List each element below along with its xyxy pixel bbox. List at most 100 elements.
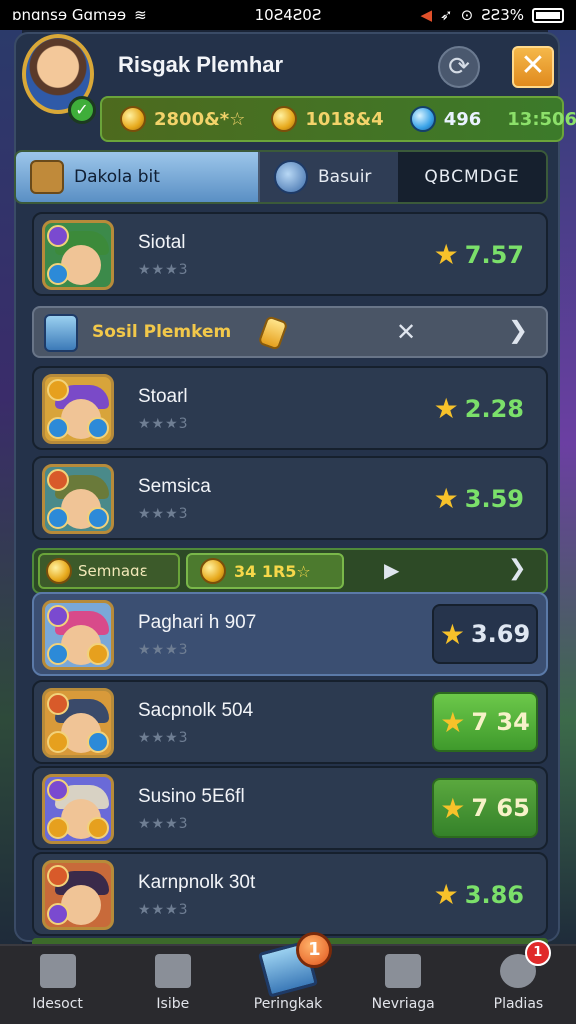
leaderboard-row[interactable]: Paghari h 907 ★★★3 ★ 3.69 — [32, 592, 548, 676]
rank-badge-icon — [47, 779, 69, 801]
carrier-label: ɒnɑnsɘ Gɑmɘɘ — [12, 6, 127, 24]
skill-badge-icon — [87, 731, 109, 753]
class-badge-icon — [47, 643, 69, 665]
battery-percent: ƧƧ3% — [481, 6, 524, 24]
score: ★ 3.86 — [434, 878, 524, 911]
status-bar: ɒnɑnsɘ Gɑmɘɘ ≋ 10Ƨ4Ƨ0Ƨ ◀ ➶ ⊙ ƧƧ3% — [0, 0, 576, 30]
nav-item-settings[interactable]: 1 Pladias — [461, 940, 576, 1024]
player-name: Siotal — [138, 232, 186, 253]
star-icon: ★ — [439, 617, 465, 651]
nav-item-home[interactable]: Idesoct — [0, 946, 115, 1024]
nav-item-edit[interactable]: Nevriaga — [346, 946, 461, 1024]
player-rating: ★★★3 — [138, 816, 189, 832]
blue-gem-icon — [409, 106, 436, 132]
skill-badge-icon — [87, 507, 109, 529]
skill-badge-icon — [87, 643, 109, 665]
avatar — [42, 374, 114, 444]
score: ★ 3.69 — [432, 604, 538, 664]
leaderboard-row[interactable]: Karnpnolk 30t ★★★3 ★ 3.86 — [32, 852, 548, 936]
season-label: Semnaɑɛ — [78, 562, 148, 580]
player-name: Karnpnolk 30t — [138, 872, 256, 893]
score: ★ 7 65 — [432, 778, 538, 838]
currency-bar: 2800&*☆ 1018&4 496 13:506 — [100, 96, 576, 142]
nav-item-shop[interactable]: Isibe — [115, 946, 230, 1024]
score-value: 3.59 — [464, 484, 524, 513]
player-rating: ★★★3 — [138, 416, 189, 432]
leaderboard-row[interactable]: Semsica ★★★3 ★ 3.59 — [32, 456, 548, 540]
skill-badge-icon — [87, 817, 109, 839]
nav-label: Peringkak — [253, 996, 323, 1012]
class-badge-icon — [47, 817, 69, 839]
leaderboard-row[interactable]: Susino 5E6fl ★★★3 ★ 7 65 — [32, 766, 548, 850]
avatar — [42, 464, 114, 534]
star-icon: ★ — [440, 791, 466, 825]
class-badge-icon — [47, 731, 69, 753]
gem-amount: 496 — [443, 108, 482, 130]
season-tab[interactable]: Semnaɑɛ — [38, 553, 180, 589]
class-badge-icon — [47, 263, 69, 285]
player-rating: ★★★3 — [138, 902, 189, 918]
score-value: 3.69 — [470, 620, 531, 648]
gold-coin-icon — [200, 558, 226, 584]
tab-label: Dakola bit — [74, 167, 160, 187]
edit-icon — [385, 954, 422, 988]
player-name: Semsica — [138, 476, 211, 497]
battery-icon — [532, 7, 564, 23]
chevron-right-icon[interactable]: ❯ — [508, 316, 528, 344]
signal-icon: ◀ — [420, 6, 432, 24]
social-bar[interactable]: Sosil Plemkem ✕ ❯ — [32, 306, 548, 358]
star-icon: ★ — [440, 705, 466, 739]
chevron-right-icon[interactable]: ❯ — [508, 556, 526, 581]
play-icon[interactable]: ▶ — [384, 558, 399, 582]
player-name: Risgak Plemhar — [118, 52, 284, 77]
score: ★ 3.59 — [434, 482, 524, 515]
gold-amount: 2800&*☆ — [154, 108, 246, 130]
dismiss-icon[interactable]: ✕ — [396, 318, 416, 346]
notification-badge: 1 — [296, 932, 333, 968]
rank-badge-icon — [47, 225, 69, 247]
close-button[interactable]: ✕ — [512, 46, 554, 88]
nav-label: Isibe — [156, 996, 190, 1012]
tab-qbcmdge[interactable]: QBCMDGE — [398, 152, 546, 202]
avatar — [42, 220, 114, 290]
leaderboard-row[interactable]: Stoarl ★★★3 ★ 2.28 — [32, 366, 548, 450]
avatar — [42, 860, 114, 930]
potion-icon — [44, 314, 78, 352]
leaderboard-row[interactable]: Sacpnolk 504 ★★★3 ★ 7 34 — [32, 680, 548, 764]
timer-value: 13:506 — [507, 108, 576, 130]
player-rating: ★★★3 — [138, 262, 189, 278]
nav-label: Pladias — [493, 996, 544, 1012]
gold-coin-icon — [120, 106, 146, 132]
refresh-icon: ⟳ — [448, 52, 470, 82]
refresh-button[interactable]: ⟳ — [438, 46, 480, 88]
player-rating: ★★★3 — [138, 506, 189, 522]
star-icon: ★ — [433, 878, 459, 911]
player-name: Stoarl — [138, 386, 188, 407]
tab-bar: Dakola bit Basuir QBCMDGE — [14, 150, 548, 204]
leaderboard-row[interactable]: Siotal ★★★3 ★ 7.57 — [32, 212, 548, 296]
alarm-icon: ⊙ — [460, 6, 474, 24]
season-reward[interactable]: 34 1R5☆ — [186, 553, 344, 589]
tab-dakola[interactable]: Dakola bit — [16, 152, 258, 202]
nav-label: Idesoct — [32, 996, 83, 1012]
season-reward-label: 34 1R5☆ — [234, 561, 311, 581]
player-name: Sacpnolk 504 — [138, 700, 254, 721]
season-bar[interactable]: Semnaɑɛ 34 1R5☆ ▶ ❯ — [32, 548, 548, 594]
player-rating: ★★★3 — [138, 642, 189, 658]
rank-badge-icon — [47, 693, 69, 715]
score: ★ 7 34 — [432, 692, 538, 752]
avatar — [42, 600, 114, 670]
notification-dot: 1 — [524, 940, 551, 966]
score: ★ 7.57 — [434, 238, 524, 271]
gold-currency: 2800&*☆ — [120, 106, 245, 132]
score-value: 2.28 — [464, 394, 524, 423]
score-value: 7 34 — [471, 708, 530, 736]
nav-item-rankings[interactable]: 1 Peringkak — [230, 932, 345, 1024]
skill-badge-icon — [87, 417, 109, 439]
tab-basuir[interactable]: Basuir — [258, 152, 398, 202]
close-icon: ✕ — [520, 48, 546, 83]
rank-badge-icon — [47, 469, 69, 491]
tab-label: Basuir — [318, 167, 372, 187]
avatar — [42, 688, 114, 758]
star-icon: ★ — [433, 238, 459, 271]
